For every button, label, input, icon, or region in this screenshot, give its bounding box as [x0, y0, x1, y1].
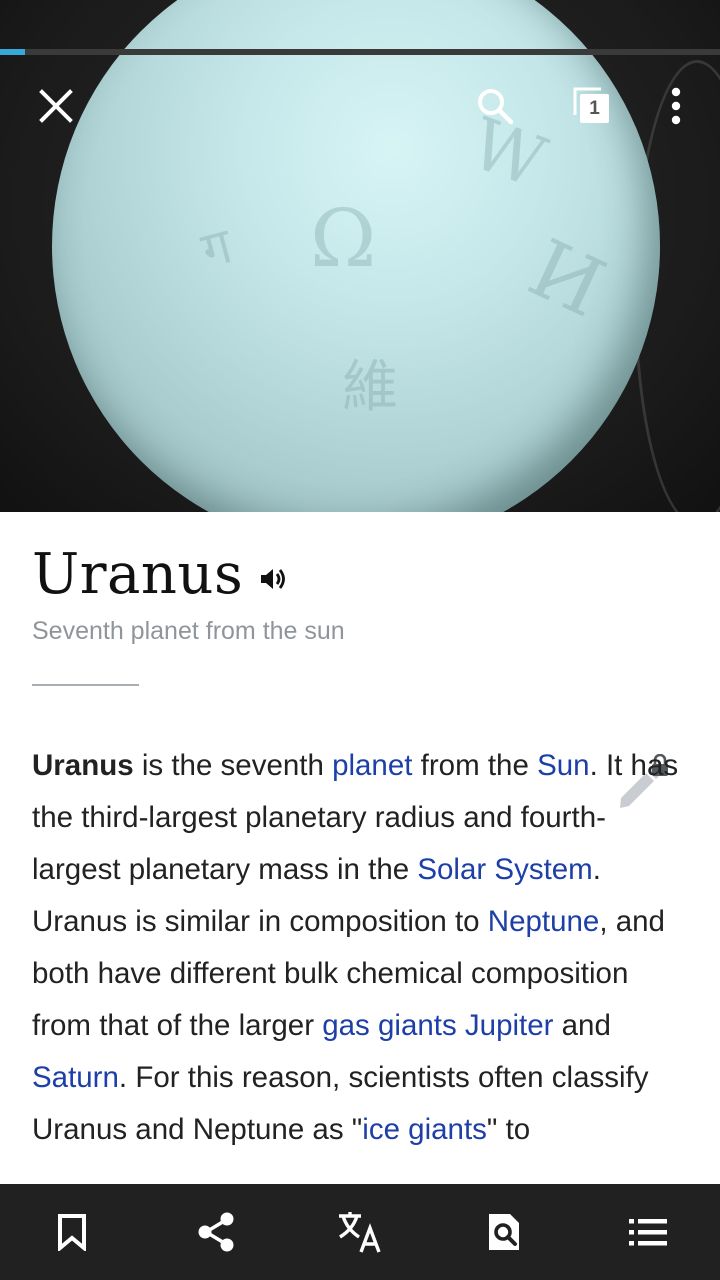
save-page-button[interactable] [42, 1202, 102, 1262]
article-link[interactable]: gas giants [322, 1009, 456, 1042]
overflow-menu-button[interactable] [646, 76, 706, 136]
article-link[interactable]: Sun [537, 749, 590, 782]
page-title: Uranus [32, 542, 244, 607]
bottom-action-bar [0, 1184, 720, 1280]
share-icon [196, 1211, 236, 1253]
page-description: Seventh planet from the sun [32, 617, 345, 645]
find-in-page-button[interactable] [474, 1202, 534, 1262]
tabs-button[interactable]: 1 [562, 76, 622, 136]
tabs-icon: 1 [571, 85, 613, 127]
pronunciation-audio-icon[interactable] [259, 566, 287, 592]
bookmark-icon [57, 1213, 87, 1251]
article-bold-text: Uranus [32, 749, 134, 782]
close-icon [38, 88, 74, 124]
article-text: and [553, 1009, 611, 1042]
share-button[interactable] [186, 1202, 246, 1262]
table-of-contents-button[interactable] [618, 1202, 678, 1262]
title-divider [32, 684, 139, 686]
article-text: " to [486, 1113, 531, 1146]
article-content: Uranus Seventh planet from the sun Uranu… [0, 512, 720, 1184]
article-text: is the seventh [133, 749, 333, 782]
article-link[interactable]: Jupiter [465, 1009, 554, 1042]
page-load-progress [0, 49, 720, 55]
lead-image[interactable]: Ω W И 維 ग 1 [0, 0, 720, 512]
article-paragraph: Uranus is the seventh planet from the Su… [32, 740, 692, 1156]
article-link[interactable]: Neptune [488, 905, 600, 938]
close-button[interactable] [26, 76, 86, 136]
article-text [457, 1009, 465, 1042]
search-button[interactable] [465, 76, 525, 136]
find-in-page-icon [486, 1211, 522, 1253]
table-of-contents-icon [628, 1218, 668, 1246]
tab-count: 1 [589, 97, 600, 119]
translate-icon [337, 1209, 383, 1255]
article-text: . For this reason, scientists often clas… [32, 1061, 649, 1146]
article-link[interactable]: Solar System [417, 853, 592, 886]
title-row: Uranus [32, 542, 287, 607]
page-load-progress-fill [0, 49, 26, 55]
more-vert-icon [670, 86, 682, 126]
article-text: from the [412, 749, 538, 782]
article-link[interactable]: ice giants [362, 1113, 487, 1146]
article-link[interactable]: Saturn [32, 1061, 119, 1094]
search-icon [475, 86, 515, 126]
language-button[interactable] [330, 1202, 390, 1262]
article-link[interactable]: planet [332, 749, 412, 782]
